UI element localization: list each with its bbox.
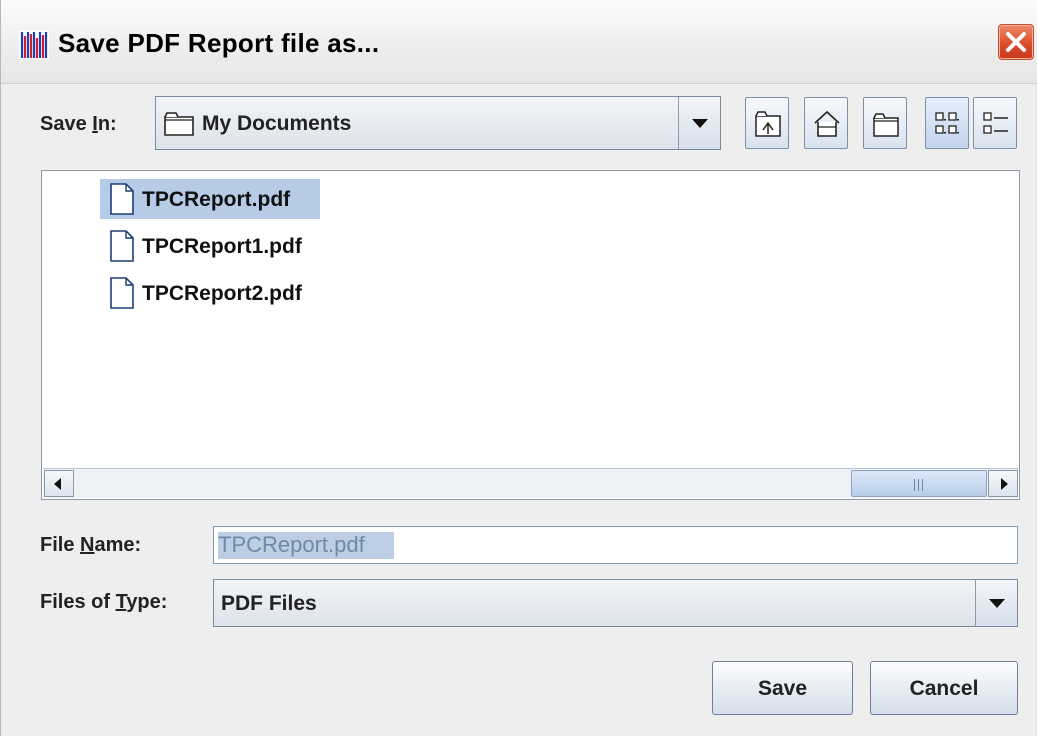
save-button[interactable]: Save bbox=[712, 661, 853, 715]
files-of-type-label: Files of Type: bbox=[40, 591, 168, 613]
details-view-icon bbox=[983, 112, 1008, 134]
list-item[interactable]: TPCReport.pdf bbox=[100, 179, 320, 219]
close-icon bbox=[1006, 32, 1026, 52]
file-list[interactable]: TPCReport.pdf TPCReport1.pdf TPCReport2.… bbox=[41, 170, 1020, 500]
save-in-value: My Documents bbox=[202, 112, 352, 135]
home-button[interactable] bbox=[804, 97, 848, 149]
window-title: Save PDF Report file as... bbox=[58, 28, 380, 58]
chevron-down-icon[interactable] bbox=[678, 97, 720, 149]
app-icon bbox=[19, 30, 49, 59]
close-button[interactable] bbox=[998, 24, 1034, 60]
file-name-input[interactable] bbox=[214, 527, 1017, 563]
create-new-folder-button[interactable] bbox=[863, 97, 907, 149]
files-of-type-value: PDF Files bbox=[221, 592, 317, 615]
file-name-label: File Name: bbox=[40, 534, 142, 556]
save-in-combobox[interactable]: My Documents bbox=[155, 96, 721, 150]
folder-icon bbox=[164, 112, 194, 136]
save-in-label: Save In: bbox=[40, 113, 117, 135]
file-name: TPCReport.pdf bbox=[142, 188, 291, 211]
file-name: TPCReport1.pdf bbox=[142, 235, 302, 258]
files-of-type-combobox[interactable]: PDF Files bbox=[213, 579, 1018, 627]
up-one-level-button[interactable] bbox=[745, 97, 789, 149]
details-view-button[interactable] bbox=[973, 97, 1017, 149]
file-name-field[interactable] bbox=[213, 526, 1018, 564]
list-view-button[interactable] bbox=[925, 97, 969, 149]
list-item[interactable]: TPCReport1.pdf bbox=[100, 226, 340, 266]
horizontal-scrollbar[interactable] bbox=[43, 468, 1018, 498]
scroll-left-button[interactable] bbox=[44, 470, 74, 497]
folder-up-icon bbox=[755, 111, 781, 137]
title-bar[interactable]: Save PDF Report file as... bbox=[1, 0, 1037, 84]
file-icon bbox=[110, 183, 134, 215]
file-name: TPCReport2.pdf bbox=[142, 282, 302, 305]
new-folder-icon bbox=[873, 113, 899, 137]
scroll-right-button[interactable] bbox=[988, 470, 1018, 497]
file-icon bbox=[110, 230, 134, 262]
file-icon bbox=[110, 277, 134, 309]
chevron-down-icon[interactable] bbox=[975, 580, 1017, 626]
home-icon bbox=[814, 110, 840, 137]
scroll-thumb[interactable] bbox=[851, 470, 987, 497]
list-view-icon bbox=[935, 112, 959, 134]
save-dialog: Save PDF Report file as... Save In: My D… bbox=[0, 0, 1037, 736]
cancel-button[interactable]: Cancel bbox=[870, 661, 1018, 715]
list-item[interactable]: TPCReport2.pdf bbox=[100, 273, 340, 313]
